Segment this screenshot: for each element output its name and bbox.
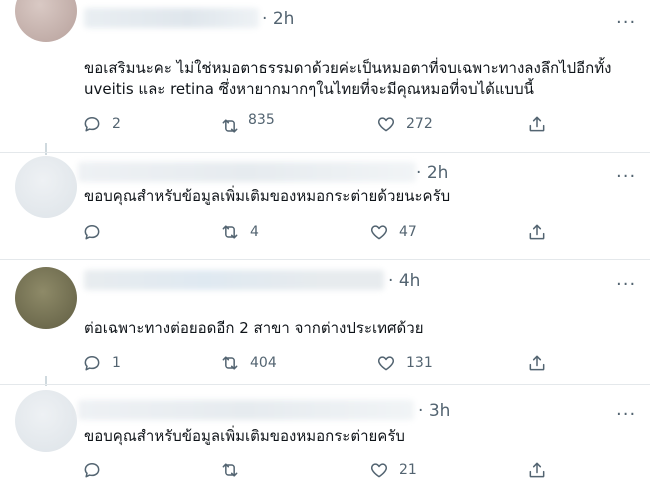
tweet-3[interactable]: · 4h ··· ต่อเฉพาะทางต่อยอดอีก 2 สาขา จาก… — [0, 259, 650, 385]
retweet-count: 4 — [250, 224, 259, 240]
more-icon[interactable]: ··· — [616, 404, 636, 425]
reply-count: 1 — [112, 355, 121, 371]
tweet-1[interactable]: · 2h ··· ขอเสริมนะคะ ไม่ใช่หมอตาธรรมดาด้… — [0, 0, 650, 150]
reply-button[interactable]: 1 — [82, 353, 121, 373]
tweet-2[interactable]: · 2h ··· ขอบคุณสำหรับข้อมูลเพิ่มเติมของห… — [0, 152, 650, 260]
avatar[interactable] — [15, 156, 77, 218]
reply-icon — [84, 117, 100, 132]
avatar[interactable] — [15, 0, 77, 42]
like-button[interactable]: 21 — [369, 460, 417, 480]
retweet-button[interactable]: 404 — [220, 353, 277, 373]
share-button[interactable] — [527, 114, 547, 134]
timestamp[interactable]: · 2h — [416, 163, 448, 183]
like-count: 47 — [399, 224, 417, 240]
reply-icon — [84, 356, 100, 371]
like-button[interactable]: 272 — [376, 114, 433, 134]
heart-icon — [377, 356, 395, 371]
share-icon — [529, 224, 545, 240]
tweet-text: ขอเสริมนะคะ ไม่ใช่หมอตาธรรมดาด้วยค่ะเป็น… — [84, 58, 611, 100]
heart-icon — [370, 225, 388, 240]
reply-icon — [84, 225, 100, 240]
share-icon — [529, 355, 545, 371]
retweet-button[interactable]: 835 — [220, 110, 275, 136]
reply-button[interactable] — [82, 222, 112, 242]
tweet-text-line: ขอบคุณสำหรับข้อมูลเพิ่มเติมของหมอกระต่าย… — [84, 427, 405, 445]
tweet-text: ขอบคุณสำหรับข้อมูลเพิ่มเติมของหมอกระต่าย… — [84, 426, 405, 447]
timestamp[interactable]: · 4h — [388, 271, 420, 291]
display-name-blurred[interactable] — [78, 400, 414, 420]
share-icon — [529, 116, 545, 132]
tweet-text-line: ขอบคุณสำหรับข้อมูลเพิ่มเติมของหมอกระต่าย… — [84, 187, 451, 205]
retweet-count: 404 — [250, 355, 277, 371]
retweet-icon — [222, 225, 238, 239]
tweet-text: ต่อเฉพาะทางต่อยอดอีก 2 สาขา จากต่างประเท… — [84, 318, 424, 339]
more-icon[interactable]: ··· — [616, 12, 636, 33]
share-button[interactable] — [527, 353, 547, 373]
reply-button[interactable]: 2 — [82, 114, 121, 134]
retweet-icon — [222, 463, 238, 477]
like-count: 272 — [406, 116, 433, 132]
like-count: 21 — [399, 462, 417, 478]
like-count: 131 — [406, 355, 433, 371]
reply-feed: · 2h ··· ขอเสริมนะคะ ไม่ใช่หมอตาธรรมดาด้… — [0, 0, 650, 491]
retweet-count: 835 — [248, 112, 275, 134]
retweet-icon — [222, 119, 238, 133]
timestamp-value: 2h — [426, 163, 449, 183]
tweet-text-line: uveitis และ retina ซึ่งหายากมากๆในไทยที่… — [84, 80, 534, 98]
heart-icon — [377, 117, 395, 132]
tweet-text-line: ต่อเฉพาะทางต่อยอดอีก 2 สาขา จากต่างประเท… — [84, 319, 424, 337]
retweet-icon — [222, 356, 238, 370]
tweet-text-line: ขอเสริมนะคะ ไม่ใช่หมอตาธรรมดาด้วยค่ะเป็น… — [84, 59, 612, 77]
retweet-button[interactable]: 4 — [220, 222, 259, 242]
more-icon[interactable]: ··· — [616, 166, 636, 187]
reply-button[interactable] — [82, 460, 112, 480]
timestamp-value: 3h — [428, 401, 451, 421]
reply-icon — [84, 463, 100, 478]
tweet-4[interactable]: · 3h ··· ขอบคุณสำหรับข้อมูลเพิ่มเติมของห… — [0, 384, 650, 491]
timestamp[interactable]: · 2h — [262, 9, 294, 29]
display-name-blurred[interactable] — [78, 162, 416, 182]
tweet-text: ขอบคุณสำหรับข้อมูลเพิ่มเติมของหมอกระต่าย… — [84, 186, 450, 207]
more-icon[interactable]: ··· — [616, 274, 636, 295]
timestamp[interactable]: · 3h — [418, 401, 450, 421]
reply-count: 2 — [112, 116, 121, 132]
retweet-button[interactable] — [220, 460, 250, 480]
timestamp-value: 2h — [272, 9, 295, 29]
avatar[interactable] — [15, 390, 77, 452]
display-name-blurred[interactable] — [84, 8, 259, 28]
retweet-count-value: 835 — [248, 112, 275, 128]
avatar[interactable] — [15, 267, 77, 329]
like-button[interactable]: 47 — [369, 222, 417, 242]
like-button[interactable]: 131 — [376, 353, 433, 373]
share-button[interactable] — [527, 460, 547, 480]
share-button[interactable] — [527, 222, 547, 242]
heart-icon — [370, 463, 388, 478]
display-name-blurred[interactable] — [84, 270, 384, 290]
timestamp-value: 4h — [398, 271, 421, 291]
share-icon — [529, 462, 545, 478]
